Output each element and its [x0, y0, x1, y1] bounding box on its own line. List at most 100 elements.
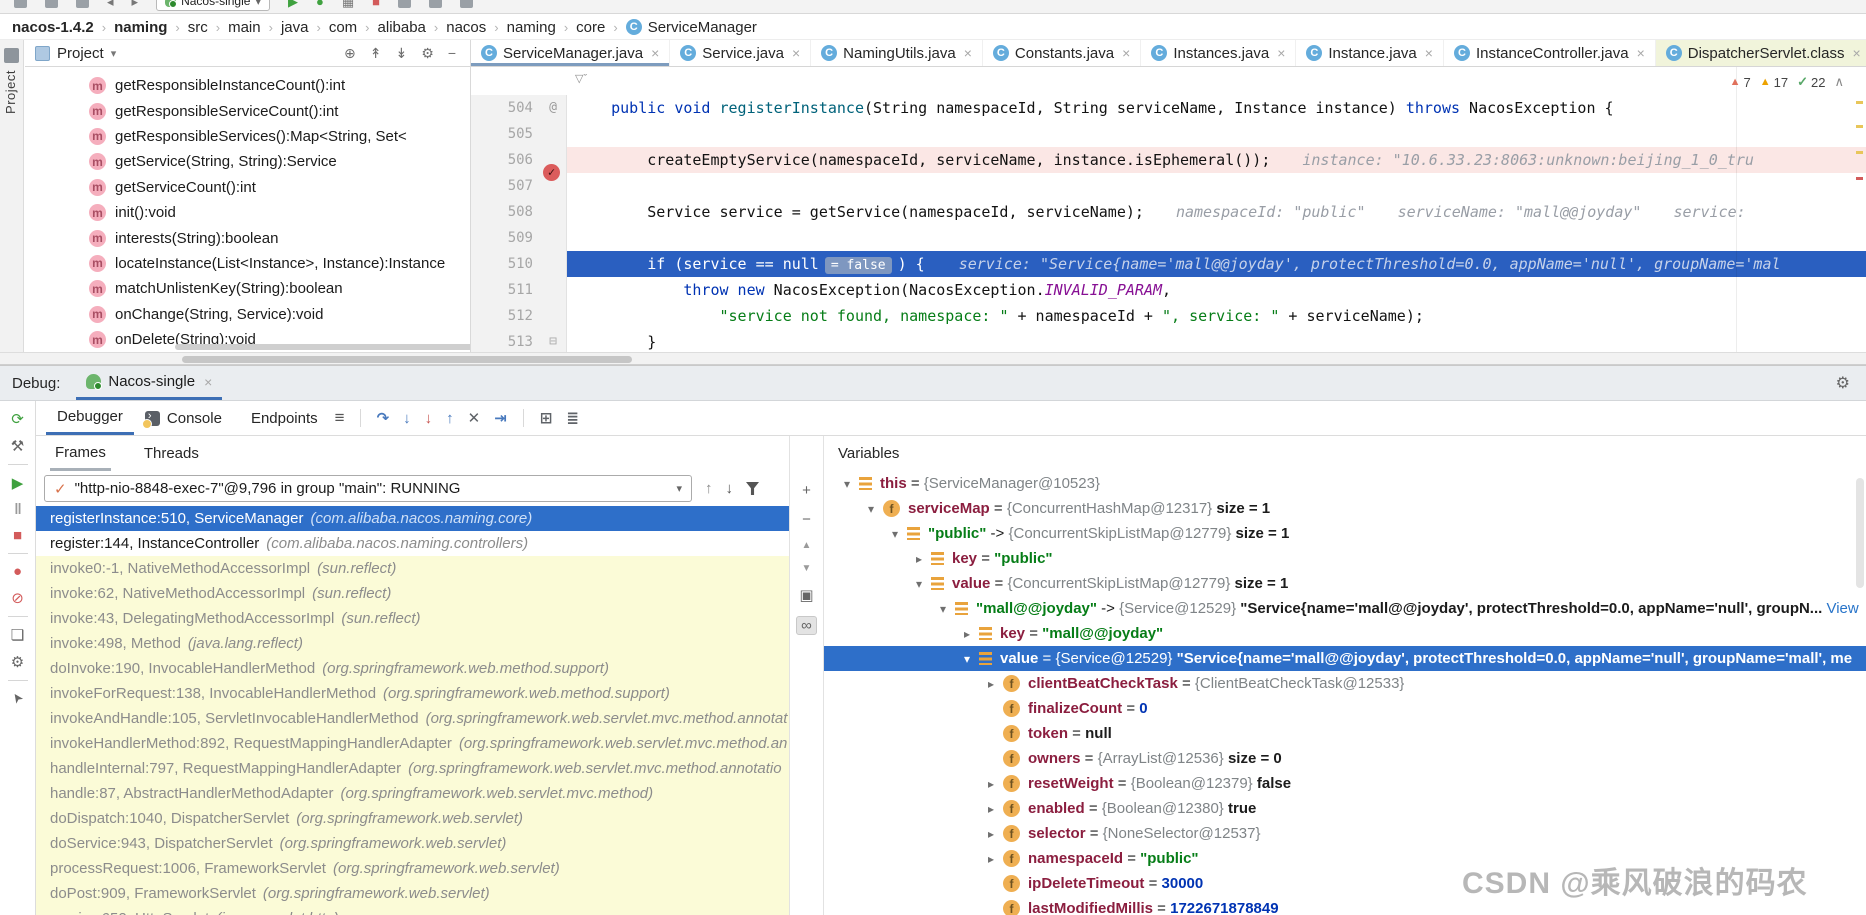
thread-dropdown[interactable]: ✓ "http-nio-8848-exec-7"@9,796 in group … — [44, 475, 692, 502]
stack-frame[interactable]: invoke:498, Method (java.lang.reflect) — [36, 631, 789, 656]
gear-icon[interactable]: ⚙ — [1836, 373, 1850, 393]
structure-method[interactable]: m interests(String):boolean — [25, 225, 470, 250]
horizontal-scrollbar[interactable] — [175, 344, 470, 350]
stack-frame[interactable]: invokeForRequest:138, InvocableHandlerMe… — [36, 681, 789, 706]
stack-frame[interactable]: processRequest:1006, FrameworkServlet (o… — [36, 856, 789, 881]
editor-gutter[interactable]: 513 — [471, 329, 567, 352]
pin-icon[interactable]: ➤ — [8, 689, 27, 707]
variable-row[interactable]: value = {Service@12529} "Service{name='m… — [824, 646, 1866, 671]
variable-row[interactable]: key = "mall@@joyday" — [824, 621, 1866, 646]
variable-row[interactable]: clientBeatCheckTask = {ClientBeatCheckTa… — [824, 671, 1866, 696]
tree-chevron-icon[interactable] — [934, 602, 952, 616]
variable-row[interactable]: owners = {ArrayList@12536} size = 0 — [824, 746, 1866, 771]
close-icon[interactable]: × — [1277, 45, 1285, 61]
view-breakpoints-icon[interactable]: ● — [13, 563, 22, 580]
breadcrumb-item[interactable]: ServiceManager — [648, 19, 757, 36]
warning-stripe[interactable] — [1856, 125, 1863, 128]
close-icon[interactable]: × — [1425, 45, 1433, 61]
code-line[interactable]: 506 createEmptyService(namespaceId, serv… — [471, 147, 1866, 173]
close-icon[interactable]: × — [964, 45, 972, 61]
structure-method[interactable]: m getServiceCount():int — [25, 175, 470, 200]
code-line[interactable]: 511 throw new NacosException(NacosExcept… — [471, 277, 1866, 303]
mute-breakpoints-icon[interactable]: ⊘ — [11, 589, 24, 607]
wrench-icon[interactable]: ⚒ — [11, 437, 24, 455]
close-icon[interactable]: × — [1122, 45, 1130, 61]
inspections-widget[interactable]: ▲7 ▲17 ✓22 ∧ — [1730, 74, 1844, 90]
collapse-widget-icon[interactable]: ∧ — [1834, 74, 1844, 90]
editor-tab[interactable]: C Instance.java × — [1296, 40, 1444, 66]
breadcrumb-item[interactable]: java — [281, 19, 309, 36]
step-over-icon[interactable]: ↷ — [377, 409, 390, 427]
gutter-icon[interactable] — [540, 329, 566, 352]
warning-stripe[interactable] — [1856, 101, 1863, 104]
hint-funnel-icon[interactable]: ▽ˇ — [575, 72, 587, 85]
editor-gutter[interactable]: 512 — [471, 303, 567, 329]
structure-method[interactable]: m matchUnlistenKey(String):boolean — [25, 276, 470, 301]
close-icon[interactable]: × — [204, 374, 212, 390]
close-icon[interactable]: × — [1852, 45, 1860, 61]
next-frame-icon[interactable]: ↓ — [726, 480, 734, 497]
previous-frame-icon[interactable]: ↑ — [705, 480, 713, 497]
code-line[interactable]: 513 } — [471, 329, 1866, 352]
variable-row[interactable]: "public" -> {ConcurrentSkipListMap@12779… — [824, 521, 1866, 546]
close-icon[interactable]: × — [792, 45, 800, 61]
add-watch-icon[interactable]: + — [802, 482, 811, 499]
close-icon[interactable]: × — [651, 45, 659, 61]
scrollbar-thumb[interactable] — [182, 356, 632, 363]
warning-stripe[interactable] — [1856, 151, 1863, 154]
copy-stack-icon[interactable]: ▣ — [799, 586, 813, 604]
stop-icon[interactable]: ■ — [372, 0, 380, 8]
help-icon[interactable] — [460, 0, 473, 8]
hide-panel-icon[interactable]: − — [448, 45, 456, 62]
editor-gutter[interactable]: 504 — [471, 95, 567, 121]
stack-frame[interactable]: invoke:62, NativeMethodAccessorImpl (sun… — [36, 581, 789, 606]
tree-chevron-icon[interactable] — [886, 527, 904, 541]
editor-gutter[interactable]: 509 — [471, 225, 567, 251]
editor-tab[interactable]: C Instances.java × — [1141, 40, 1296, 66]
resume-icon[interactable]: ▶ — [12, 474, 24, 492]
collapse-all-icon[interactable]: ↟ — [370, 45, 382, 62]
stack-frame[interactable]: handle:87, AbstractHandlerMethodAdapter … — [36, 781, 789, 806]
gear-icon[interactable]: ⚙ — [421, 45, 434, 62]
tree-chevron-icon[interactable] — [982, 777, 1000, 791]
drop-frame-icon[interactable]: ✕ — [468, 409, 481, 427]
debug-tab[interactable]: Console — [134, 401, 233, 435]
editor-tab[interactable]: C DispatcherServlet.class × — [1656, 40, 1866, 66]
evaluate-expression-icon[interactable]: ⊞ — [540, 409, 553, 427]
open-icon[interactable] — [14, 0, 27, 8]
error-stripe[interactable] — [1856, 177, 1863, 180]
tree-chevron-icon[interactable] — [982, 827, 1000, 841]
editor-gutter[interactable]: 506 — [471, 147, 567, 173]
debug-tab[interactable]: Endpoints — [233, 401, 329, 435]
tree-chevron-icon[interactable] — [958, 627, 976, 641]
tree-chevron-icon[interactable] — [910, 552, 928, 566]
debug-tab[interactable]: Debugger — [46, 401, 134, 435]
thread-dump-icon[interactable]: ❏ — [11, 626, 24, 644]
breadcrumb-item[interactable]: nacos-1.4.2 — [12, 19, 94, 36]
expand-all-icon[interactable]: ↡ — [396, 45, 408, 62]
frames-tab[interactable]: Threads — [139, 436, 204, 471]
variable-row[interactable]: finalizeCount = 0 — [824, 696, 1866, 721]
code-line[interactable]: 510 if (service == null= false) {service… — [471, 251, 1866, 277]
project-panel-title[interactable]: Project — [57, 45, 104, 62]
breadcrumb-item[interactable]: core — [576, 19, 605, 36]
stack-frame[interactable]: invoke:43, DelegatingMethodAccessorImpl … — [36, 606, 789, 631]
code-editor[interactable]: ▽ˇ 504 public void registerInstance(Stri… — [471, 67, 1866, 352]
editor-tab[interactable]: C ServiceManager.java × — [471, 40, 670, 66]
stack-frame[interactable]: doPost:909, FrameworkServlet (org.spring… — [36, 881, 789, 906]
breadcrumb-item[interactable]: nacos — [446, 19, 486, 36]
editor-gutter[interactable]: 505 — [471, 121, 567, 147]
variable-row[interactable]: enabled = {Boolean@12380} true — [824, 796, 1866, 821]
step-into-icon[interactable]: ↓ — [403, 410, 411, 427]
stack-frame[interactable]: registerInstance:510, ServiceManager (co… — [36, 506, 789, 531]
filter-icon[interactable] — [746, 482, 759, 495]
debug-session-tab[interactable]: Nacos-single × — [76, 366, 222, 400]
run-icon[interactable]: ▶ — [288, 0, 298, 8]
save-icon[interactable] — [45, 0, 58, 8]
editor-debug-splitter[interactable] — [0, 352, 1866, 365]
variable-row[interactable]: "mall@@joyday" -> {Service@12529} "Servi… — [824, 596, 1866, 621]
code-line[interactable]: 509 — [471, 225, 1866, 251]
variable-row[interactable]: value = {ConcurrentSkipListMap@12779} si… — [824, 571, 1866, 596]
frames-tab[interactable]: Frames — [50, 436, 111, 471]
breadcrumb-item[interactable]: naming — [507, 19, 556, 36]
